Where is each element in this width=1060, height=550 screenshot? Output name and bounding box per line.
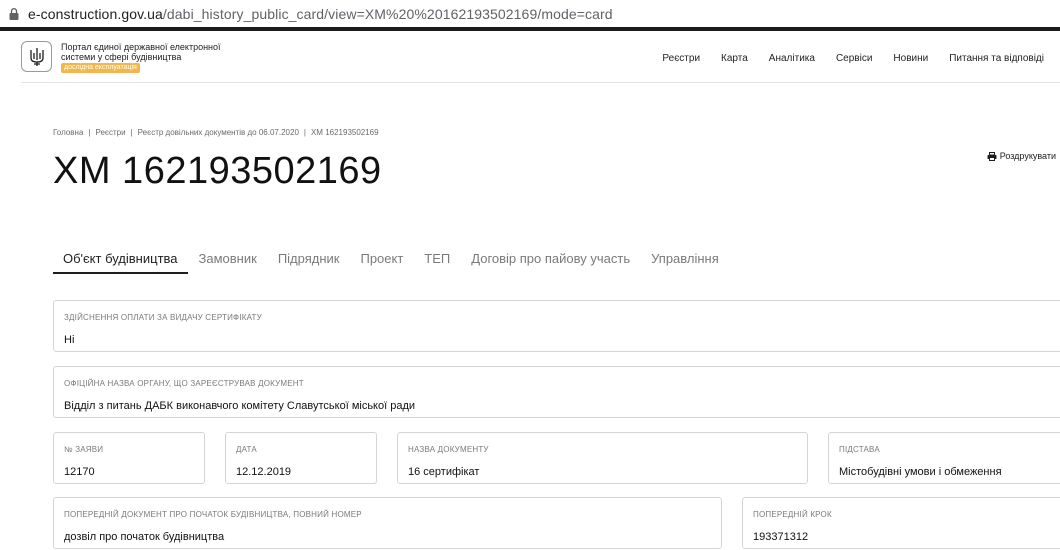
field-value: 12.12.2019 xyxy=(236,466,292,478)
field-value: Ні xyxy=(64,334,75,346)
trident-logo[interactable] xyxy=(21,41,52,72)
field-label: Здійснення оплати за видачу сертифікату xyxy=(64,313,262,322)
field-value: дозвіл про початок будівництва xyxy=(64,531,225,543)
basis-field: Підстава Містобудівні умови і обмеження xyxy=(828,432,1060,484)
nav-map[interactable]: Карта xyxy=(721,53,748,64)
breadcrumb-registry[interactable]: Реєстр довільних документів до 06.07.202… xyxy=(138,128,299,137)
field-label: Дата xyxy=(236,445,257,454)
document-name-field: Назва документу 16 сертифікат xyxy=(397,432,808,484)
payment-field: Здійснення оплати за видачу сертифікату … xyxy=(53,300,1060,352)
application-number-field: № заяви 12170 xyxy=(53,432,205,484)
tab-bar: Об'єкт будівництва Замовник Підрядник Пр… xyxy=(53,244,730,274)
field-value: Відділ з питань ДАБК виконавчого комітет… xyxy=(64,400,416,412)
breadcrumb-registries[interactable]: Реєстри xyxy=(95,128,125,137)
url-text[interactable]: e-construction.gov.ua/dabi_history_publi… xyxy=(28,6,613,22)
nav-faq[interactable]: Питання та відповіді xyxy=(949,53,1044,64)
browser-address-bar[interactable]: e-construction.gov.ua/dabi_history_publi… xyxy=(0,0,1060,27)
authority-field: Офіційна назва органу, що зареєстрував д… xyxy=(53,366,1060,418)
field-value: 16 сертифікат xyxy=(408,466,480,478)
tab-construction-object[interactable]: Об'єкт будівництва xyxy=(53,244,188,274)
date-field: Дата 12.12.2019 xyxy=(225,432,377,484)
breadcrumb-current: ХМ 162193502169 xyxy=(310,128,379,137)
nav-analytics[interactable]: Аналітика xyxy=(769,53,815,64)
breadcrumb-separator: | xyxy=(88,128,91,137)
url-host: e-construction.gov.ua xyxy=(28,5,163,22)
url-path: /dabi_history_public_card/view=XM%20%201… xyxy=(162,5,613,22)
nav-registries[interactable]: Реєстри xyxy=(662,53,700,64)
field-value: 193371312 xyxy=(753,531,809,543)
previous-step-field: Попередній крок 193371312 xyxy=(742,497,1060,549)
portal-title[interactable]: Портал єдиної державної електронної сист… xyxy=(61,42,231,73)
field-label: Назва документу xyxy=(408,445,489,454)
breadcrumb-home[interactable]: Головна xyxy=(53,128,83,137)
main-nav: Реєстри Карта Аналітика Сервіси Новини П… xyxy=(641,53,1044,64)
field-label: Попередній крок xyxy=(753,510,832,519)
field-value: 12170 xyxy=(64,466,95,478)
site-header: Портал єдиної державної електронної сист… xyxy=(0,31,1060,83)
tab-customer[interactable]: Замовник xyxy=(189,244,267,274)
trident-icon xyxy=(29,47,44,66)
field-value: Містобудівні умови і обмеження xyxy=(839,466,1002,478)
nav-services[interactable]: Сервіси xyxy=(836,53,872,64)
field-label: Офіційна назва органу, що зареєстрував д… xyxy=(64,379,304,388)
page-title: ХМ 162193502169 xyxy=(53,150,382,192)
trial-badge: дослідна експлуатація xyxy=(61,63,140,73)
lock-icon xyxy=(9,7,19,20)
tab-project[interactable]: Проект xyxy=(350,244,413,274)
print-label: Роздрукувати xyxy=(999,151,1056,161)
nav-news[interactable]: Новини xyxy=(893,53,928,64)
field-label: Підстава xyxy=(839,445,880,454)
breadcrumb-separator: | xyxy=(130,128,133,137)
portal-title-text: Портал єдиної державної електронної сист… xyxy=(61,42,221,62)
breadcrumb: Головна | Реєстри | Реєстр довільних док… xyxy=(53,128,379,137)
printer-icon xyxy=(987,151,997,161)
field-label: № заяви xyxy=(64,445,104,454)
tab-contractor[interactable]: Підрядник xyxy=(268,244,350,274)
breadcrumb-separator: | xyxy=(303,128,306,137)
tab-share-agreement[interactable]: Договір про пайову участь xyxy=(461,244,640,274)
header-divider xyxy=(21,82,1060,83)
tab-tep[interactable]: ТЕП xyxy=(414,244,460,274)
field-label: Попередній документ про початок будівниц… xyxy=(64,510,362,519)
print-button[interactable]: Роздрукувати xyxy=(987,151,1056,161)
tab-management[interactable]: Управління xyxy=(641,244,729,274)
previous-document-field: Попередній документ про початок будівниц… xyxy=(53,497,722,549)
